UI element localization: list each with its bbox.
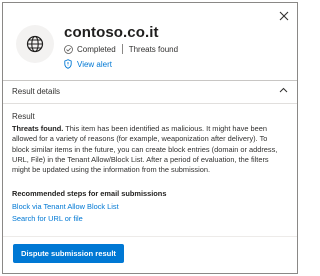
status-row: Completed Threats found <box>64 43 178 55</box>
result-details-section-toggle[interactable]: Result details <box>3 82 297 100</box>
search-url-or-file-link[interactable]: Search for URL or file <box>12 214 83 223</box>
view-alert-label: View alert <box>77 59 112 69</box>
result-lead: Threats found. <box>12 124 64 133</box>
avatar <box>16 25 54 63</box>
view-alert-link[interactable]: View alert <box>64 58 112 70</box>
recommendations-title: Recommended steps for email submissions <box>12 189 167 198</box>
status-divider <box>121 44 123 54</box>
globe-icon <box>26 35 44 53</box>
result-heading: Result <box>12 112 35 121</box>
result-badge: Threats found <box>128 44 179 54</box>
chevron-up-icon <box>279 87 288 93</box>
panel-header: contoso.co.it Completed Threats found Vi… <box>3 3 297 79</box>
block-tenant-allow-block-list-link[interactable]: Block via Tenant Allow Block List <box>12 202 119 211</box>
header-divider <box>3 80 297 81</box>
result-description: Threats found. This item has been identi… <box>12 124 284 175</box>
shield-icon <box>64 59 72 69</box>
status-text: Completed <box>77 44 116 54</box>
dispute-submission-button[interactable]: Dispute submission result <box>13 244 124 263</box>
footer-divider <box>3 236 297 237</box>
page-title: contoso.co.it <box>64 24 159 41</box>
submission-result-panel: contoso.co.it Completed Threats found Vi… <box>2 2 298 274</box>
checkmark-icon <box>64 44 73 54</box>
section-divider <box>3 103 297 104</box>
section-label: Result details <box>12 87 61 96</box>
